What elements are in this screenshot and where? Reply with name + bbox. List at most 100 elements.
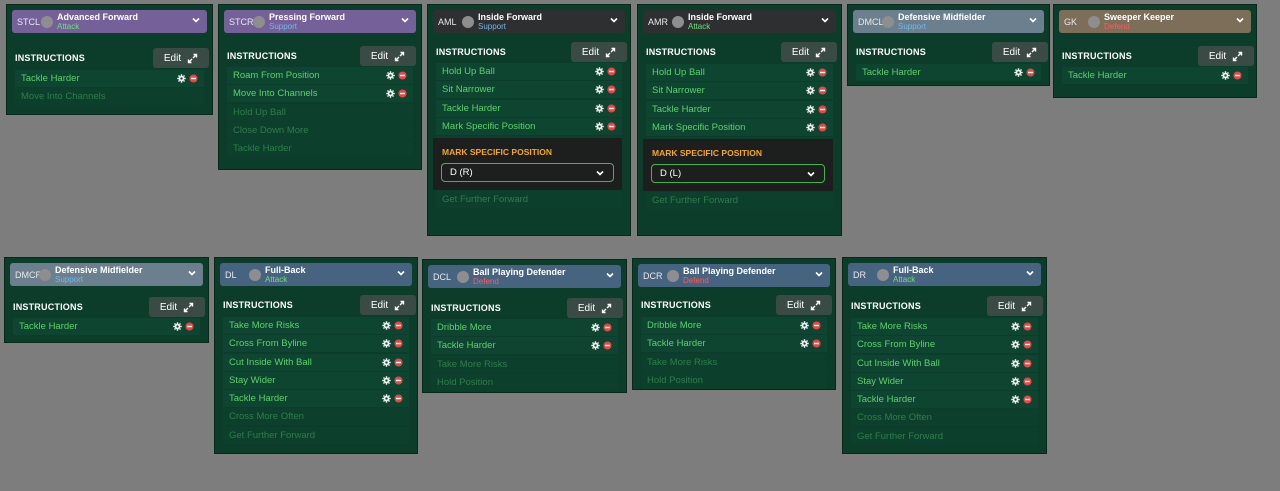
gear-icon[interactable]	[595, 103, 604, 113]
instruction-row[interactable]: Get Further Forward	[223, 426, 409, 444]
instruction-row[interactable]: Move Into Channels	[227, 85, 413, 103]
chevron-down-icon[interactable]	[191, 15, 201, 25]
role-selector[interactable]: STCL Advanced Forward Attack	[12, 10, 207, 33]
gear-icon[interactable]	[1011, 358, 1020, 368]
remove-icon[interactable]	[607, 85, 616, 94]
chevron-down-icon[interactable]	[1025, 268, 1035, 278]
instruction-row[interactable]: Mark Specific Position	[646, 118, 833, 136]
instruction-row[interactable]: Take More Risks	[223, 317, 409, 334]
remove-icon[interactable]	[1023, 395, 1032, 404]
instruction-row[interactable]: Sit Narrower	[436, 81, 622, 99]
instruction-row[interactable]: Tackle Harder	[227, 140, 413, 158]
instruction-row[interactable]: Tackle Harder	[13, 318, 200, 335]
gear-icon[interactable]	[1011, 395, 1020, 404]
remove-icon[interactable]	[818, 86, 827, 95]
instruction-row[interactable]: Dribble More	[641, 317, 827, 334]
instruction-row[interactable]: Hold Position	[641, 371, 827, 389]
position-dropdown[interactable]: D (R)	[441, 163, 614, 182]
instruction-row[interactable]: Cut Inside With Ball	[223, 353, 409, 371]
gear-icon[interactable]	[1221, 71, 1230, 80]
remove-icon[interactable]	[607, 104, 616, 113]
gear-icon[interactable]	[806, 123, 815, 132]
chevron-down-icon[interactable]	[609, 15, 619, 25]
gear-icon[interactable]	[591, 323, 600, 332]
role-selector[interactable]: AML Inside Forward Support	[433, 10, 625, 33]
edit-button[interactable]: Edit	[776, 295, 832, 315]
instruction-row[interactable]: Tackle Harder	[856, 64, 1041, 81]
remove-icon[interactable]	[394, 339, 403, 348]
remove-icon[interactable]	[1023, 359, 1032, 368]
gear-icon[interactable]	[800, 321, 809, 330]
role-selector[interactable]: DL Full-Back Attack	[220, 263, 412, 286]
edit-button[interactable]: Edit	[153, 48, 209, 68]
instruction-row[interactable]: Take More Risks	[431, 355, 618, 373]
remove-icon[interactable]	[394, 394, 403, 403]
remove-icon[interactable]	[607, 122, 616, 131]
instruction-row[interactable]: Tackle Harder	[1062, 67, 1248, 84]
chevron-down-icon[interactable]	[400, 15, 410, 25]
gear-icon[interactable]	[177, 74, 186, 83]
instruction-row[interactable]: Close Down More	[227, 121, 413, 139]
gear-icon[interactable]	[382, 357, 391, 367]
instruction-row[interactable]: Tackle Harder	[431, 337, 618, 355]
gear-icon[interactable]	[800, 339, 809, 349]
instruction-row[interactable]: Tackle Harder	[15, 70, 204, 87]
instruction-row[interactable]: Mark Specific Position	[436, 117, 622, 135]
role-selector[interactable]: DR Full-Back Attack	[848, 263, 1041, 286]
edit-button[interactable]: Edit	[781, 42, 837, 62]
instruction-row[interactable]: Tackle Harder	[641, 335, 827, 353]
gear-icon[interactable]	[595, 85, 604, 95]
edit-button[interactable]: Edit	[992, 42, 1048, 62]
chevron-down-icon[interactable]	[187, 268, 197, 278]
remove-icon[interactable]	[185, 322, 194, 331]
remove-icon[interactable]	[1023, 340, 1032, 349]
edit-button[interactable]: Edit	[360, 295, 416, 315]
role-selector[interactable]: DMCR Defensive Midfielder Support	[10, 263, 203, 286]
instruction-row[interactable]: Move Into Channels	[15, 88, 204, 106]
role-selector[interactable]: GK Sweeper Keeper Defend	[1059, 10, 1251, 33]
instruction-row[interactable]: Tackle Harder	[851, 391, 1038, 409]
remove-icon[interactable]	[603, 323, 612, 332]
gear-icon[interactable]	[1014, 68, 1023, 77]
gear-icon[interactable]	[1011, 340, 1020, 350]
gear-icon[interactable]	[595, 67, 604, 76]
instruction-row[interactable]: Get Further Forward	[646, 192, 833, 210]
gear-icon[interactable]	[806, 68, 815, 77]
gear-icon[interactable]	[595, 122, 604, 131]
remove-icon[interactable]	[394, 376, 403, 385]
remove-icon[interactable]	[394, 358, 403, 367]
chevron-down-icon[interactable]	[396, 268, 406, 278]
remove-icon[interactable]	[812, 321, 821, 330]
instruction-row[interactable]: Hold Up Ball	[436, 63, 622, 80]
gear-icon[interactable]	[382, 376, 391, 385]
remove-icon[interactable]	[607, 67, 616, 76]
gear-icon[interactable]	[382, 394, 391, 403]
position-dropdown[interactable]: D (L)	[651, 164, 825, 183]
remove-icon[interactable]	[603, 341, 612, 350]
remove-icon[interactable]	[394, 321, 403, 330]
gear-icon[interactable]	[386, 89, 395, 99]
chevron-down-icon[interactable]	[820, 15, 830, 25]
role-selector[interactable]: DCR Ball Playing Defender Defend	[638, 264, 830, 287]
remove-icon[interactable]	[1233, 71, 1242, 80]
edit-button[interactable]: Edit	[567, 298, 623, 318]
remove-icon[interactable]	[818, 68, 827, 77]
instruction-row[interactable]: Cross From Byline	[851, 336, 1038, 354]
instruction-row[interactable]: Take More Risks	[641, 353, 827, 371]
role-selector[interactable]: DMCL Defensive Midfielder Support	[853, 10, 1044, 33]
instruction-row[interactable]: Hold Up Ball	[227, 103, 413, 121]
remove-icon[interactable]	[189, 74, 198, 83]
instruction-row[interactable]: Get Further Forward	[851, 427, 1038, 445]
gear-icon[interactable]	[382, 321, 391, 330]
chevron-down-icon[interactable]	[1028, 15, 1038, 25]
gear-icon[interactable]	[806, 86, 815, 96]
instruction-row[interactable]: Hold Up Ball	[646, 64, 833, 81]
instruction-row[interactable]: Tackle Harder	[646, 100, 833, 118]
gear-icon[interactable]	[806, 104, 815, 114]
instruction-row[interactable]: Get Further Forward	[436, 191, 622, 209]
role-selector[interactable]: AMR Inside Forward Attack	[643, 10, 836, 33]
gear-icon[interactable]	[382, 339, 391, 349]
remove-icon[interactable]	[818, 123, 827, 132]
remove-icon[interactable]	[812, 339, 821, 348]
remove-icon[interactable]	[1026, 68, 1035, 77]
